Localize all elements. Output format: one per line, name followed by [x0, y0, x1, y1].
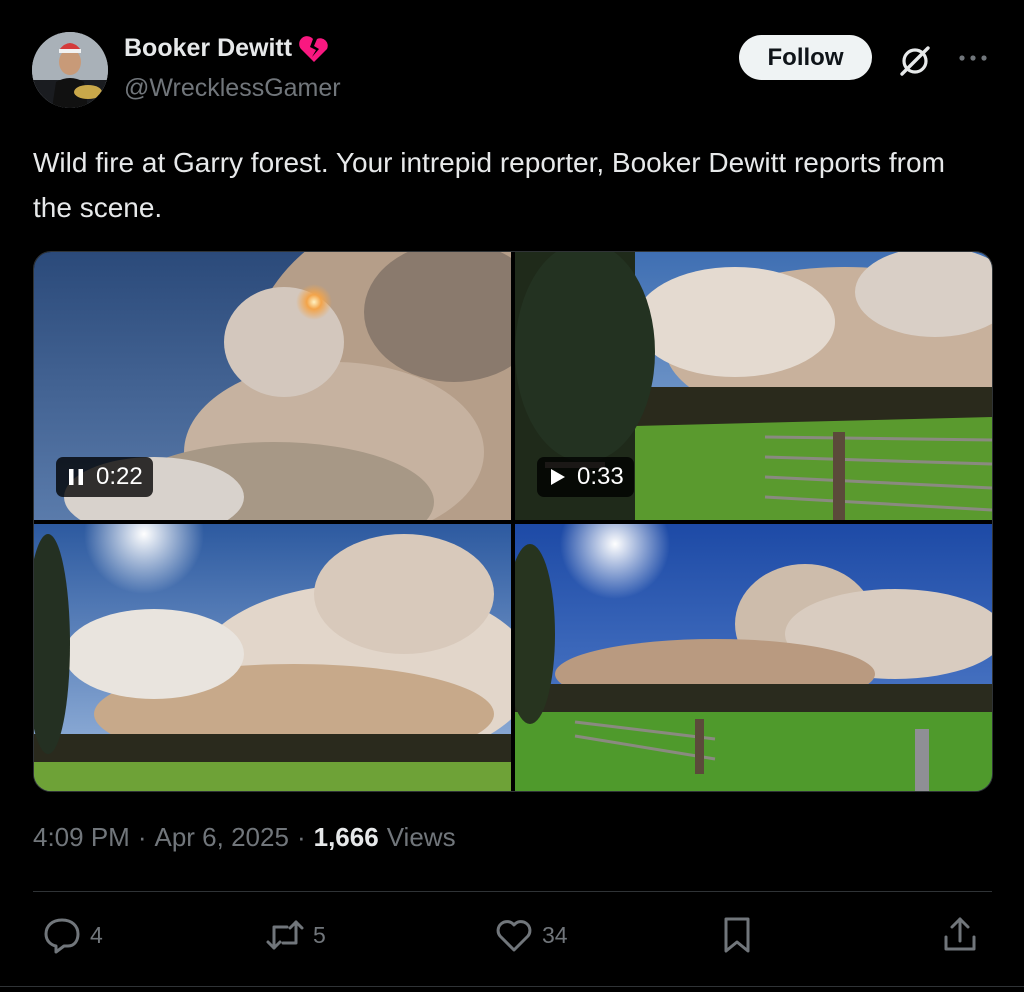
share-icon: [944, 917, 976, 951]
tweet-meta: 4:09 PM · Apr 6, 2025 · 1,666 Views: [33, 822, 456, 853]
video-duration: 0:33: [577, 463, 624, 490]
heart-icon: [496, 920, 532, 952]
grok-icon[interactable]: [897, 43, 933, 79]
pause-icon[interactable]: [66, 467, 86, 487]
meta-separator: ·: [137, 822, 147, 852]
author-display-name[interactable]: Booker Dewitt: [124, 34, 292, 63]
reply-count: 4: [90, 921, 103, 948]
reply-icon: [44, 918, 80, 954]
like-button[interactable]: 34: [494, 915, 568, 955]
repost-count: 5: [313, 921, 326, 948]
action-bar: 4 5 34: [0, 915, 1024, 965]
bookmark-icon: [724, 917, 750, 953]
divider: [33, 891, 992, 892]
bottom-divider: [0, 986, 1024, 987]
author-handle[interactable]: @WrecklessGamer: [124, 74, 341, 103]
share-button[interactable]: [940, 915, 980, 955]
media-grid: 0:22 0:33: [33, 251, 993, 792]
media-photo-3[interactable]: [34, 524, 511, 791]
repost-icon: [266, 920, 304, 950]
video-badge[interactable]: 0:33: [537, 457, 634, 497]
media-video-1[interactable]: 0:22: [34, 252, 511, 520]
broken-heart-icon: [299, 35, 328, 62]
video-badge[interactable]: 0:22: [56, 457, 153, 497]
bookmark-button[interactable]: [717, 915, 757, 955]
more-icon[interactable]: [955, 48, 991, 68]
views-label: Views: [386, 822, 456, 852]
media-video-2[interactable]: 0:33: [515, 252, 992, 520]
tweet-time[interactable]: 4:09 PM: [33, 822, 130, 853]
play-icon[interactable]: [547, 467, 567, 487]
tweet-date[interactable]: Apr 6, 2025: [155, 822, 289, 853]
reply-button[interactable]: 4: [42, 915, 103, 955]
avatar-image: [32, 32, 108, 108]
repost-button[interactable]: 5: [265, 915, 326, 955]
smoke-plume-image: [34, 524, 511, 791]
like-count: 34: [542, 921, 568, 948]
follow-button[interactable]: Follow: [739, 35, 872, 80]
field-smoke-image: [515, 524, 992, 791]
meta-separator: ·: [296, 822, 306, 852]
video-duration: 0:22: [96, 463, 143, 490]
views-count[interactable]: 1,666: [314, 822, 379, 853]
media-photo-4[interactable]: [515, 524, 992, 791]
avatar[interactable]: [32, 32, 108, 108]
tweet-text: Wild fire at Garry forest. Your intrepid…: [33, 147, 945, 223]
